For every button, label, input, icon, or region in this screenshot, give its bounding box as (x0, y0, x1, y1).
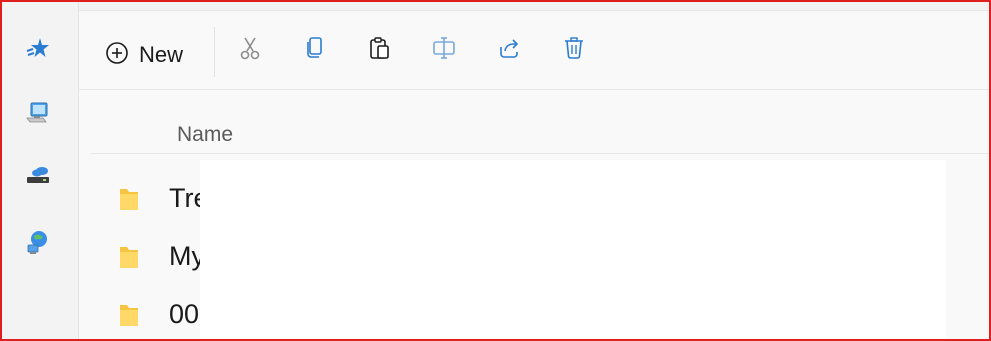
command-bar: New (79, 11, 989, 90)
folder-icon (117, 185, 141, 218)
network-button[interactable] (22, 228, 54, 260)
delete-button[interactable] (557, 33, 591, 67)
folder-icon (117, 301, 141, 334)
paste-button[interactable] (363, 33, 397, 67)
column-header-row: Name (91, 115, 989, 154)
cut-button[interactable] (233, 33, 267, 67)
paste-icon (367, 35, 393, 66)
new-button[interactable]: New (99, 35, 189, 75)
this-pc-button[interactable] (22, 100, 54, 132)
list-item-name: 00 (169, 299, 200, 329)
toolbar-divider (214, 27, 215, 77)
copy-button[interactable] (298, 33, 332, 67)
delete-icon (561, 35, 587, 66)
redaction-overlay (200, 160, 946, 341)
column-header-name[interactable]: Name (177, 123, 233, 147)
rename-icon (431, 35, 457, 66)
share-icon (496, 35, 522, 66)
this-pc-icon (24, 100, 52, 133)
network-icon (24, 228, 52, 261)
navigation-rail (0, 0, 79, 341)
share-button[interactable] (492, 33, 526, 67)
quick-access-icon (25, 35, 51, 66)
plus-circle-icon (105, 41, 129, 70)
rename-button[interactable] (427, 33, 461, 67)
cut-icon (237, 35, 263, 66)
quick-access-button[interactable] (22, 34, 54, 66)
folder-icon (117, 243, 141, 276)
cloud-drive-button[interactable] (22, 162, 54, 194)
cloud-drive-icon (24, 162, 52, 195)
new-button-label: New (139, 42, 184, 67)
copy-icon (302, 35, 328, 66)
